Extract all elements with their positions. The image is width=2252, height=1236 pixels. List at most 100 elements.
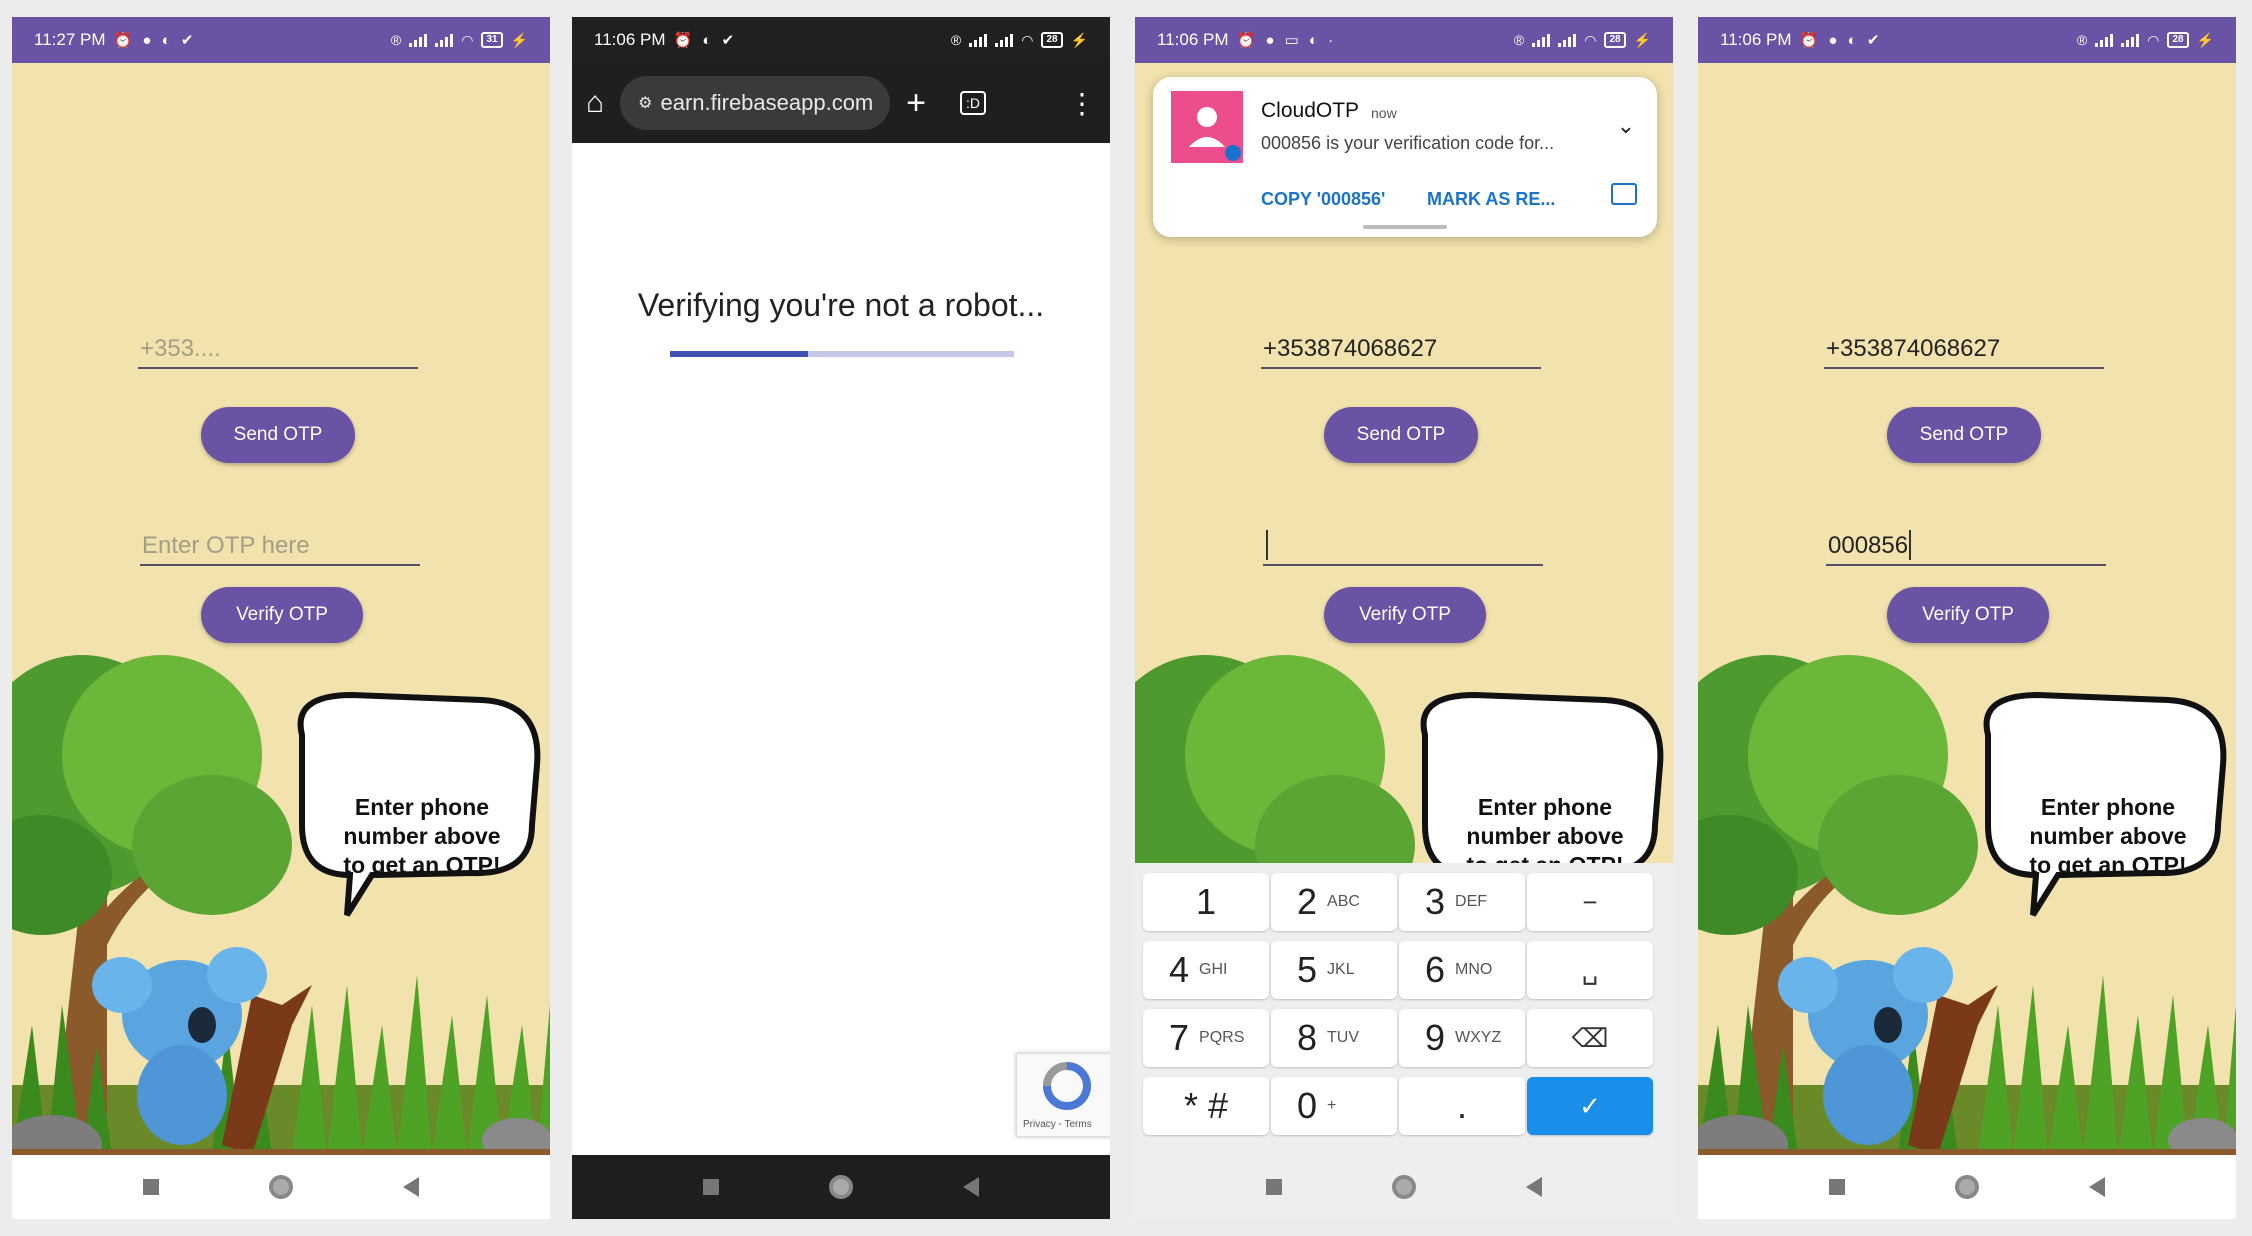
- text-cursor: [1909, 530, 1912, 560]
- expand-chevron-icon[interactable]: ⌄: [1617, 113, 1635, 139]
- keypad-key[interactable]: 8 TUV: [1271, 1009, 1397, 1067]
- status-time: 11:06 PM: [1157, 30, 1229, 49]
- notification-icons: ⏰ ● ◐ ✔: [1799, 32, 1883, 49]
- notification-app-name: CloudOTP: [1261, 99, 1360, 122]
- key-label: 3: [1424, 881, 1446, 922]
- keypad-key[interactable]: 5 JKL: [1271, 941, 1397, 999]
- keypad-key[interactable]: 4 GHI: [1143, 941, 1269, 999]
- otp-input[interactable]: Enter OTP here: [140, 522, 420, 566]
- site-settings-icon[interactable]: ⚙: [638, 93, 652, 113]
- home-icon[interactable]: [269, 1175, 293, 1199]
- key-label: 1: [1195, 881, 1217, 922]
- recents-icon[interactable]: [1829, 1179, 1845, 1195]
- key-label: 2: [1296, 881, 1318, 922]
- wifi-icon: ◠: [1021, 31, 1034, 48]
- system-icons: ® ◠ 28 ⚡: [950, 31, 1088, 48]
- keypad-key[interactable]: 7 PQRS: [1143, 1009, 1269, 1067]
- more-menu-icon[interactable]: ⋮: [1068, 87, 1096, 120]
- phone-input[interactable]: +353874068627: [1261, 325, 1541, 369]
- verification-progress: [670, 351, 1014, 357]
- battery-icon: 28: [2167, 32, 2189, 48]
- key-label: 9: [1424, 1017, 1446, 1058]
- status-bar: 11:06 PM ⏰ ● ▭ ◐ · ® ◠ 28 ⚡: [1135, 17, 1673, 63]
- keypad-key[interactable]: 1: [1143, 873, 1269, 931]
- keypad-key[interactable]: ␣: [1527, 941, 1653, 999]
- key-label: 8: [1296, 1017, 1318, 1058]
- home-icon[interactable]: [829, 1175, 853, 1199]
- done-key[interactable]: ✓: [1527, 1077, 1653, 1135]
- nav-bar: [572, 1155, 1110, 1219]
- expand-window-icon[interactable]: [1611, 183, 1637, 205]
- key-letters: TUV: [1327, 1029, 1360, 1046]
- speech-bubble-text: Enter phone number above to get an OTP!: [2029, 794, 2187, 878]
- send-otp-button[interactable]: Send OTP: [1887, 407, 2041, 463]
- key-label: .: [1456, 1085, 1467, 1126]
- tree-koala-illustration: [12, 655, 550, 1155]
- tree-koala-illustration: [1698, 655, 2236, 1155]
- keypad-key[interactable]: ⌫: [1527, 1009, 1653, 1067]
- url-bar[interactable]: ⚙ earn.firebaseapp.com: [620, 76, 891, 130]
- key-label: ✓: [1579, 1090, 1601, 1121]
- key-label: 5: [1296, 949, 1318, 990]
- system-icons: ® ◠ 28 ⚡: [2076, 31, 2214, 48]
- screen-initial: 11:27 PM ⏰ ● ◐ ✔ ® ◠ 31 ⚡ +353.... Send …: [12, 17, 550, 1219]
- keypad-key[interactable]: .: [1399, 1077, 1525, 1135]
- key-letters: WXYZ: [1455, 1029, 1502, 1046]
- numeric-keypad: 1 2 ABC 3 DEF − 4 GHI 5 JKL 6 MNO ␣ 7 PQRS 8 TUV 9 WXYZ ⌫ * …: [1135, 863, 1673, 1155]
- phone-input[interactable]: +353....: [138, 325, 418, 369]
- home-icon[interactable]: ⌂: [586, 86, 604, 120]
- recents-icon[interactable]: [143, 1179, 159, 1195]
- recaptcha-badge[interactable]: Privacy - Terms: [1016, 1053, 1110, 1137]
- battery-icon: 28: [1604, 32, 1626, 48]
- home-icon[interactable]: [1392, 1175, 1416, 1199]
- keypad-key[interactable]: 9 WXYZ: [1399, 1009, 1525, 1067]
- back-icon[interactable]: [2089, 1177, 2105, 1197]
- key-label: 4: [1168, 949, 1190, 990]
- home-icon[interactable]: [1955, 1175, 1979, 1199]
- nav-bar: [1698, 1155, 2236, 1219]
- keypad-key[interactable]: −: [1527, 873, 1653, 931]
- keypad-key[interactable]: 0 +: [1271, 1077, 1397, 1135]
- otp-notification[interactable]: CloudOTP now 000856 is your verification…: [1153, 77, 1657, 237]
- recents-icon[interactable]: [703, 1179, 719, 1195]
- keypad-key[interactable]: * #: [1143, 1077, 1269, 1135]
- keypad-key[interactable]: 3 DEF: [1399, 873, 1525, 931]
- keypad-key[interactable]: 6 MNO: [1399, 941, 1525, 999]
- speech-bubble-text: Enter phone number above to get an OTP!: [343, 794, 501, 878]
- phone-input[interactable]: +353874068627: [1824, 325, 2104, 369]
- key-letters: JKL: [1327, 961, 1355, 978]
- notification-handle[interactable]: [1363, 225, 1447, 229]
- wifi-icon: ◠: [1584, 31, 1597, 48]
- mark-as-read-button[interactable]: MARK AS RE...: [1427, 189, 1555, 210]
- status-time: 11:27 PM: [34, 30, 106, 49]
- copy-code-button[interactable]: COPY '000856': [1261, 189, 1385, 210]
- back-icon[interactable]: [963, 1177, 979, 1197]
- illustration-scene: Enter phone number above to get an OTP!: [1698, 625, 2236, 1155]
- key-label: ⌫: [1571, 1022, 1609, 1053]
- key-label: −: [1582, 886, 1598, 917]
- otp-input[interactable]: [1263, 522, 1543, 566]
- app-avatar-icon: [1171, 91, 1243, 163]
- illustration-scene: Enter phone number above to get an OTP!: [12, 625, 550, 1155]
- battery-icon: 28: [1041, 32, 1063, 48]
- otp-input[interactable]: 000856: [1826, 522, 2106, 566]
- screen-otp-received: 11:06 PM ⏰ ● ▭ ◐ · ® ◠ 28 ⚡ +35387406862…: [1135, 17, 1673, 1219]
- back-icon[interactable]: [403, 1177, 419, 1197]
- send-otp-button[interactable]: Send OTP: [201, 407, 355, 463]
- screen-recaptcha: 11:06 PM ⏰ ◐ ✔ ® ◠ 28 ⚡ ⌂ ⚙ earn.firebas…: [572, 17, 1110, 1219]
- back-icon[interactable]: [1526, 1177, 1542, 1197]
- verifying-message: Verifying you're not a robot...: [637, 287, 1045, 323]
- recents-icon[interactable]: [1266, 1179, 1282, 1195]
- send-otp-button[interactable]: Send OTP: [1324, 407, 1478, 463]
- battery-icon: 31: [481, 32, 503, 48]
- key-label: 6: [1424, 949, 1446, 990]
- new-tab-icon[interactable]: +: [906, 84, 926, 123]
- key-label: ␣: [1581, 954, 1599, 985]
- wifi-icon: ◠: [461, 31, 474, 48]
- tab-switcher-icon[interactable]: :D: [959, 91, 986, 115]
- keypad-key[interactable]: 2 ABC: [1271, 873, 1397, 931]
- key-label: * #: [1183, 1085, 1229, 1126]
- key-letters: GHI: [1199, 961, 1228, 978]
- otp-value: 000856: [1828, 532, 1909, 559]
- recaptcha-links[interactable]: Privacy - Terms: [1023, 1119, 1092, 1130]
